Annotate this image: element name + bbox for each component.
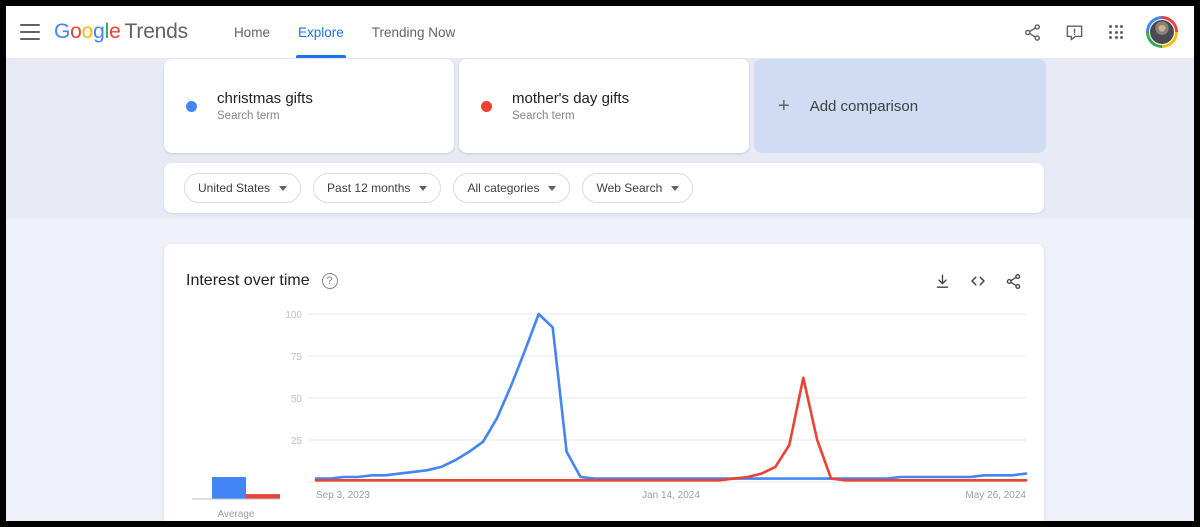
- filter-search-type[interactable]: Web Search: [582, 173, 693, 203]
- search-terms-section: christmas gifts Search term mother's day…: [6, 58, 1194, 218]
- main-nav: Home Explore Trending Now: [220, 6, 469, 58]
- chevron-down-icon: [671, 186, 679, 191]
- share-icon[interactable]: [1005, 273, 1022, 290]
- filter-search-type-label: Web Search: [596, 181, 662, 195]
- share-icon[interactable]: [1014, 14, 1050, 50]
- chart-line-christmas-gifts: [316, 314, 1026, 479]
- download-icon[interactable]: [934, 273, 951, 290]
- filter-time-range[interactable]: Past 12 months: [313, 173, 441, 203]
- interest-over-time-card: Interest over time ?: [164, 244, 1044, 521]
- nav-item-trending-now[interactable]: Trending Now: [358, 6, 470, 58]
- filter-location[interactable]: United States: [184, 173, 301, 203]
- chart-series-lines: [316, 314, 1026, 480]
- add-comparison-label: Add comparison: [810, 98, 918, 115]
- average-bars-chart: [186, 469, 286, 501]
- average-label: Average: [186, 509, 286, 520]
- filter-category-label: All categories: [467, 181, 539, 195]
- y-tick-label: 50: [291, 394, 303, 405]
- filter-category[interactable]: All categories: [453, 173, 570, 203]
- search-term-type: Search term: [217, 110, 313, 122]
- y-tick-label: 75: [291, 352, 303, 363]
- logo-letter-g: g: [93, 20, 104, 44]
- chevron-down-icon: [548, 186, 556, 191]
- series-color-dot-red: [481, 101, 492, 112]
- average-bar: [212, 477, 246, 499]
- avatar-photo: [1149, 19, 1175, 45]
- hamburger-menu-icon[interactable]: [20, 24, 40, 40]
- search-term-card-mothers-day-gifts[interactable]: mother's day gifts Search term: [459, 59, 749, 153]
- logo-letter-o1: o: [70, 20, 81, 44]
- chevron-down-icon: [279, 186, 287, 191]
- chart-line-mother-s-day-gifts: [316, 378, 1026, 481]
- y-tick-label: 100: [285, 310, 302, 321]
- embed-code-icon[interactable]: [969, 272, 987, 290]
- feedback-icon[interactable]: [1056, 14, 1092, 50]
- x-tick-label: May 26, 2024: [965, 490, 1026, 501]
- filter-time-range-label: Past 12 months: [327, 181, 410, 195]
- interest-over-time-chart[interactable]: 25 50 75 100 Sep 3, 2023 Jan 14, 2024 May 26,…: [164, 304, 1044, 521]
- google-apps-icon[interactable]: [1098, 14, 1134, 50]
- add-comparison-button[interactable]: + Add comparison: [754, 59, 1046, 153]
- chart-gridlines: [308, 314, 1026, 482]
- x-tick-label: Sep 3, 2023: [316, 490, 370, 501]
- help-icon[interactable]: ?: [322, 273, 338, 289]
- logo-word-trends: Trends: [125, 20, 188, 44]
- app-header: GoogleTrends Home Explore Trending Now: [6, 6, 1194, 58]
- header-actions: [1014, 14, 1194, 50]
- logo-letter-o2: o: [82, 20, 93, 44]
- x-tick-label: Jan 14, 2024: [642, 490, 700, 501]
- plus-icon: +: [778, 96, 790, 116]
- chart-actions: [934, 272, 1022, 290]
- avatar[interactable]: [1146, 16, 1178, 48]
- chart-x-axis-labels: Sep 3, 2023 Jan 14, 2024 May 26, 2024: [316, 490, 1026, 501]
- app-window: GoogleTrends Home Explore Trending Now: [6, 6, 1194, 521]
- average-bar: [246, 494, 280, 499]
- search-term-label: christmas gifts: [217, 90, 313, 107]
- search-term-type: Search term: [512, 110, 629, 122]
- y-tick-label: 25: [291, 436, 303, 447]
- chart-y-axis-labels: 25 50 75 100: [285, 310, 302, 447]
- logo-letter-e: e: [109, 20, 120, 44]
- search-term-card-christmas-gifts[interactable]: christmas gifts Search term: [164, 59, 454, 153]
- filter-location-label: United States: [198, 181, 270, 195]
- nav-item-explore[interactable]: Explore: [284, 6, 358, 58]
- nav-item-home[interactable]: Home: [220, 6, 284, 58]
- page-title: Interest over time: [186, 272, 310, 290]
- series-color-dot-blue: [186, 101, 197, 112]
- logo-letter-G: G: [54, 20, 70, 44]
- filter-bar: United States Past 12 months All categor…: [164, 163, 1044, 213]
- search-term-label: mother's day gifts: [512, 90, 629, 107]
- average-summary: Average: [186, 469, 286, 520]
- search-term-cards: christmas gifts Search term mother's day…: [164, 59, 1046, 153]
- google-trends-logo[interactable]: GoogleTrends: [54, 20, 188, 44]
- chevron-down-icon: [419, 186, 427, 191]
- chart-header: Interest over time ?: [186, 268, 1022, 294]
